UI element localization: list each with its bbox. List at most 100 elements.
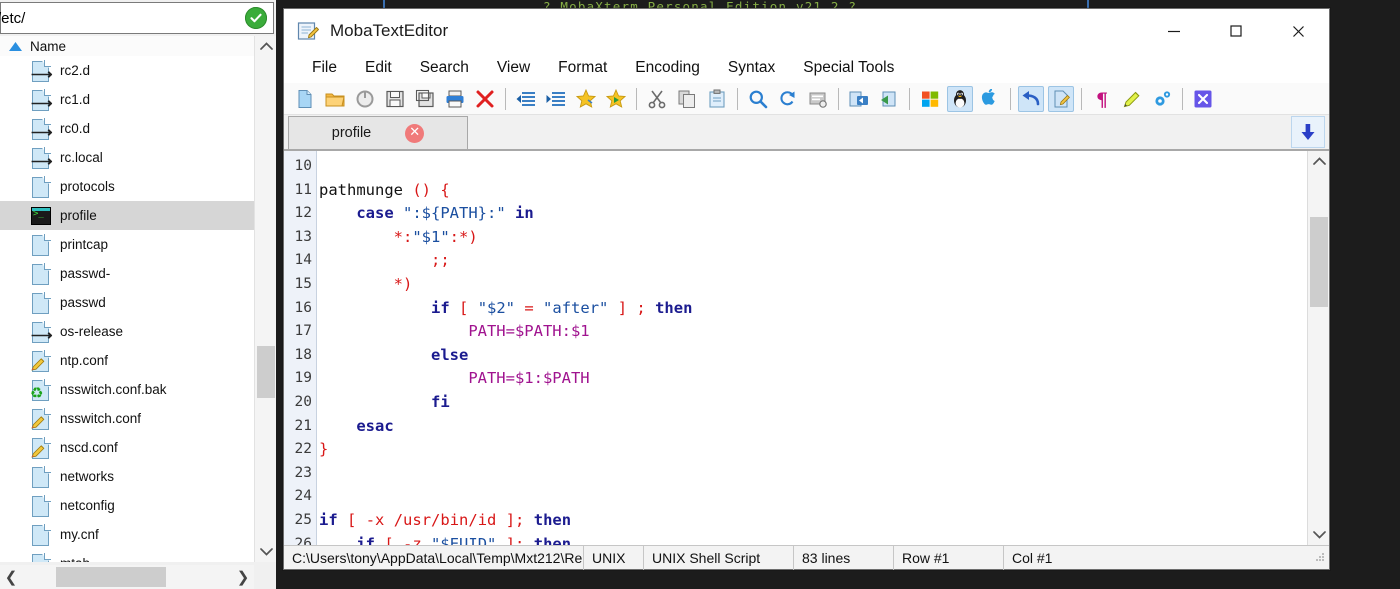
code-line[interactable]: ;; — [319, 249, 1307, 273]
editor-vertical-scrollbar[interactable] — [1307, 151, 1329, 545]
menu-item-view[interactable]: View — [483, 59, 544, 77]
print-icon[interactable] — [442, 86, 468, 112]
sort-ascending-icon[interactable] — [0, 41, 30, 51]
minimize-button[interactable] — [1143, 9, 1205, 53]
decrease-indent-icon[interactable] — [513, 86, 539, 112]
save-icon[interactable] — [382, 86, 408, 112]
file-list-item[interactable]: passwd — [0, 288, 254, 317]
file-list-item[interactable]: networks — [0, 462, 254, 491]
highlighter-icon[interactable] — [1119, 86, 1145, 112]
open-folder-icon[interactable] — [322, 86, 348, 112]
exit-icon[interactable] — [1190, 86, 1216, 112]
redo-edit-icon[interactable] — [1048, 85, 1074, 112]
menu-item-syntax[interactable]: Syntax — [714, 59, 789, 77]
bookmark-add-icon[interactable] — [573, 86, 599, 112]
code-line[interactable] — [319, 462, 1307, 486]
tab-profile[interactable]: profile ✕ — [288, 116, 468, 149]
file-list-item[interactable]: ♻ nsswitch.conf.bak — [0, 375, 254, 404]
code-line[interactable]: esac — [319, 415, 1307, 439]
code-text-area[interactable]: pathmunge () { case ":${PATH}:" in *:"$1… — [317, 151, 1307, 545]
file-list-item[interactable]: ntp.conf — [0, 346, 254, 375]
settings-gears-icon[interactable] — [1149, 86, 1175, 112]
maximize-button[interactable] — [1205, 9, 1267, 53]
send-to-left-icon[interactable] — [876, 86, 902, 112]
reload-icon[interactable] — [352, 86, 378, 112]
menu-bar[interactable]: File Edit Search View Format Encoding Syntax Sp… — [284, 53, 1329, 83]
bookmark-next-icon[interactable] — [603, 86, 629, 112]
linux-eol-icon[interactable] — [947, 85, 973, 112]
mac-eol-icon[interactable] — [977, 86, 1003, 112]
code-editor-area[interactable]: 10 11 12 13 14 15 16 17 18 19 20 21 22 23 24 25 26 pathm… — [284, 150, 1329, 552]
window-titlebar[interactable]: MobaTextEditor — [284, 9, 1329, 53]
file-list-item[interactable]: protocols — [0, 172, 254, 201]
cut-icon[interactable] — [644, 86, 670, 112]
send-to-right-icon[interactable] — [846, 86, 872, 112]
code-line[interactable]: if [ "$2" = "after" ] ; then — [319, 297, 1307, 321]
code-line[interactable] — [319, 155, 1307, 179]
resize-grip-icon[interactable] — [1314, 550, 1326, 566]
code-line[interactable]: *:"$1":*) — [319, 226, 1307, 250]
column-header-name[interactable]: Name — [30, 39, 66, 54]
tab-strip[interactable]: profile ✕ — [284, 115, 1329, 150]
file-list-item[interactable]: netconfig — [0, 491, 254, 520]
file-list-horizontal-scrollbar[interactable]: ❮ ❯ — [0, 565, 254, 589]
pilcrow-icon[interactable]: ¶ — [1089, 86, 1115, 112]
close-button[interactable] — [1267, 9, 1329, 53]
menu-item-special-tools[interactable]: Special Tools — [789, 59, 908, 77]
copy-icon[interactable] — [674, 86, 700, 112]
file-list-item[interactable]: ⟶ os-release — [0, 317, 254, 346]
menu-item-encoding[interactable]: Encoding — [621, 59, 714, 77]
menu-item-file[interactable]: File — [298, 59, 351, 77]
toolbar[interactable]: ¶ — [284, 83, 1329, 115]
code-line[interactable]: } — [319, 438, 1307, 462]
code-line[interactable]: pathmunge () { — [319, 179, 1307, 203]
code-line[interactable]: if [ -x /usr/bin/id ]; then — [319, 509, 1307, 533]
scroll-right-icon[interactable]: ❯ — [232, 568, 254, 586]
file-list-item[interactable]: my.cnf — [0, 520, 254, 549]
windows-eol-icon[interactable] — [917, 86, 943, 112]
code-line[interactable]: else — [319, 344, 1307, 368]
hscroll-track[interactable] — [22, 565, 232, 589]
code-line[interactable]: fi — [319, 391, 1307, 415]
paste-icon[interactable] — [704, 86, 730, 112]
find-icon[interactable] — [745, 86, 771, 112]
menu-item-edit[interactable]: Edit — [351, 59, 406, 77]
file-list-item[interactable]: passwd- — [0, 259, 254, 288]
file-list-item[interactable]: ⟶ rc2.d — [0, 56, 254, 85]
remote-path-input[interactable]: /etc/ — [0, 10, 245, 27]
file-list-item[interactable]: ⟶ rc.local — [0, 143, 254, 172]
code-line[interactable]: PATH=$1:$PATH — [319, 367, 1307, 391]
code-line[interactable]: if [ -z "$EUID" ]; then — [319, 533, 1307, 546]
editor-scroll-down-icon[interactable] — [1308, 525, 1330, 545]
undo-icon[interactable] — [1018, 85, 1044, 112]
file-list-header[interactable]: Name — [0, 36, 254, 56]
editor-scroll-up-icon[interactable] — [1308, 151, 1330, 171]
scroll-down-icon[interactable] — [255, 542, 277, 562]
file-list-vertical-scrollbar[interactable] — [254, 36, 276, 562]
hscrollbar-thumb[interactable] — [56, 567, 166, 587]
file-list[interactable]: ⟶ rc2.d ⟶ rc1.d ⟶ rc0.d ⟶ rc.local protocols >_ pr… — [0, 56, 254, 562]
find-replace-icon[interactable] — [775, 86, 801, 112]
goto-line-icon[interactable] — [805, 86, 831, 112]
download-arrow-icon[interactable] — [1291, 116, 1325, 148]
file-list-item[interactable]: ⟶ rc1.d — [0, 85, 254, 114]
increase-indent-icon[interactable] — [543, 86, 569, 112]
menu-item-format[interactable]: Format — [544, 59, 621, 77]
scroll-up-icon[interactable] — [255, 36, 277, 56]
save-as-icon[interactable] — [412, 86, 438, 112]
scroll-left-icon[interactable]: ❮ — [0, 568, 22, 586]
code-line[interactable]: PATH=$PATH:$1 — [319, 320, 1307, 344]
menu-item-search[interactable]: Search — [406, 59, 483, 77]
file-list-item[interactable]: nsswitch.conf — [0, 404, 254, 433]
file-list-item[interactable]: ⟶ rc0.d — [0, 114, 254, 143]
tab-close-icon[interactable]: ✕ — [405, 123, 425, 143]
new-file-icon[interactable] — [292, 86, 318, 112]
file-list-item[interactable]: ⟶ mtab — [0, 549, 254, 562]
file-list-item[interactable]: nscd.conf — [0, 433, 254, 462]
code-line[interactable] — [319, 485, 1307, 509]
scrollbar-thumb[interactable] — [257, 346, 275, 398]
editor-scrollbar-thumb[interactable] — [1310, 217, 1328, 307]
remote-path-bar[interactable]: /etc/ — [0, 2, 274, 34]
code-line[interactable]: *) — [319, 273, 1307, 297]
code-line[interactable]: case ":${PATH}:" in — [319, 202, 1307, 226]
